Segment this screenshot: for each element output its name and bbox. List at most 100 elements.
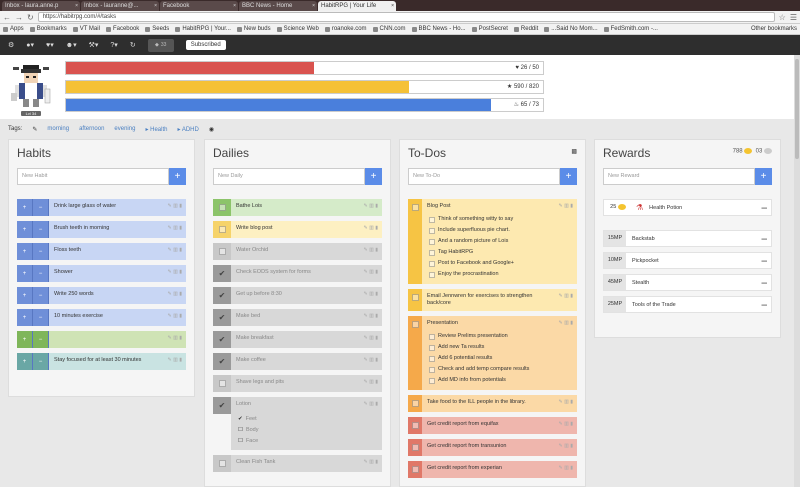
task-actions-icon[interactable]: ✎ ▥ ▮ bbox=[360, 353, 382, 370]
todo-checkbox[interactable] bbox=[408, 289, 422, 311]
checklist-item[interactable]: Enjoy the procrastination bbox=[422, 269, 555, 280]
task-actions-icon[interactable]: ✎ ▥ ▮ bbox=[555, 461, 577, 478]
task-actions-icon[interactable]: ✎ ▥ ▮ bbox=[164, 353, 186, 370]
star-icon[interactable]: ☆ bbox=[779, 13, 786, 22]
other-bookmarks[interactable]: Other bookmarks bbox=[751, 26, 797, 32]
task-actions-icon[interactable]: ✎ ▥ ▮ bbox=[360, 199, 382, 216]
browser-tab[interactable]: Inbox - lauranne@... × bbox=[81, 1, 159, 11]
habit-plus-button[interactable]: + bbox=[17, 309, 33, 326]
todo-checkbox[interactable] bbox=[408, 461, 422, 478]
daily-checkbox[interactable] bbox=[213, 375, 231, 392]
daily-checkbox[interactable] bbox=[213, 455, 231, 472]
new-reward-input[interactable]: New Reward bbox=[603, 168, 755, 185]
habit-text[interactable]: Shower bbox=[49, 265, 164, 282]
task-actions-icon[interactable]: ✎ ▥ ▮ bbox=[360, 243, 382, 260]
reward-item[interactable]: 10MP Pickpocket ▬ bbox=[603, 252, 772, 269]
new-daily-input[interactable]: New Daily bbox=[213, 168, 365, 185]
browser-tab[interactable]: Inbox - laura.anne.p × bbox=[2, 1, 80, 11]
habit-plus-button[interactable]: + bbox=[17, 287, 33, 304]
add-reward-button[interactable]: + bbox=[755, 168, 772, 185]
task-actions-icon[interactable]: ✎ ▥ ▮ bbox=[164, 221, 186, 238]
habit-plus-button[interactable]: + bbox=[17, 199, 33, 216]
daily-checkbox[interactable] bbox=[213, 243, 231, 260]
forward-icon[interactable]: → bbox=[15, 13, 23, 22]
daily-checkbox[interactable] bbox=[213, 199, 231, 216]
task-actions-icon[interactable]: ✎ ▥ ▮ bbox=[555, 199, 577, 284]
daily-checkbox[interactable]: ✔ bbox=[213, 353, 231, 370]
bookmark-item[interactable]: Facebook bbox=[105, 26, 139, 32]
close-icon[interactable]: × bbox=[312, 1, 315, 11]
daily-text[interactable]: Bathe Lois bbox=[231, 199, 360, 216]
daily-text[interactable]: Get up before 8:30 bbox=[231, 287, 360, 304]
scrollbar-thumb[interactable] bbox=[795, 59, 799, 159]
habit-minus-button[interactable]: − bbox=[33, 309, 49, 326]
reward-item[interactable]: 25 ⚗ Health Potion ▬ bbox=[603, 199, 772, 216]
todo-checkbox[interactable] bbox=[408, 199, 422, 284]
comment-icon[interactable]: ▬ bbox=[762, 236, 772, 242]
daily-checkbox[interactable]: ✔ bbox=[213, 287, 231, 304]
close-icon[interactable]: × bbox=[391, 1, 394, 11]
habit-minus-button[interactable]: − bbox=[33, 265, 49, 282]
bookmark-item[interactable]: HabitRPG | Your... bbox=[175, 26, 231, 32]
bookmark-item[interactable]: roanoke.com bbox=[324, 26, 367, 32]
bookmark-item[interactable]: Seeds bbox=[145, 26, 169, 32]
checklist-item[interactable]: Add MD info from potentials bbox=[422, 375, 555, 386]
tag-health[interactable]: ▸ Health bbox=[145, 126, 167, 133]
checklist-item[interactable]: Think of something witty to say bbox=[422, 214, 555, 225]
daily-text[interactable]: Check EODS system for forms bbox=[231, 265, 360, 282]
user-icon[interactable]: ●▾ bbox=[26, 41, 34, 49]
bookmark-item[interactable]: Reddit bbox=[513, 26, 538, 32]
habit-plus-button[interactable]: + bbox=[17, 353, 33, 370]
checklist-item[interactable]: Include superfluous pie chart. bbox=[422, 225, 555, 236]
task-actions-icon[interactable]: ✎ ▥ ▮ bbox=[164, 309, 186, 326]
bookmark-item[interactable]: New buds bbox=[236, 26, 271, 32]
habit-text[interactable]: 10 minutes exercise bbox=[49, 309, 164, 326]
add-habit-button[interactable]: + bbox=[169, 168, 186, 185]
daily-text[interactable]: Clean Fish Tank bbox=[231, 455, 360, 472]
habit-minus-button[interactable]: − bbox=[33, 221, 49, 238]
gems-button[interactable]: ◆ 33 bbox=[147, 38, 174, 52]
todo-checkbox[interactable] bbox=[408, 439, 422, 456]
tag-afternoon[interactable]: afternoon bbox=[79, 126, 104, 132]
bookmark-item[interactable]: BBC News - Ho... bbox=[411, 26, 466, 32]
task-actions-icon[interactable]: ✎ ▥ ▮ bbox=[360, 455, 382, 472]
habit-plus-button[interactable]: + bbox=[17, 221, 33, 238]
task-actions-icon[interactable]: ✎ ▥ ▮ bbox=[555, 316, 577, 390]
menu-icon[interactable]: ☰ bbox=[790, 13, 797, 22]
habit-plus-button[interactable]: + bbox=[17, 265, 33, 282]
comment-icon[interactable]: ▬ bbox=[762, 258, 772, 264]
heart-icon[interactable]: ♥▾ bbox=[46, 41, 54, 49]
checklist-item[interactable]: Post to Facebook and Google+ bbox=[422, 258, 555, 269]
back-icon[interactable]: ← bbox=[3, 13, 11, 22]
bookmark-item[interactable]: Bookmarks bbox=[29, 26, 67, 32]
task-actions-icon[interactable]: ✎ ▥ ▮ bbox=[360, 309, 382, 326]
todo-text[interactable]: Take food to the ILL people in the libra… bbox=[422, 395, 555, 410]
bookmark-item[interactable]: FedSmith.com -... bbox=[603, 26, 658, 32]
task-actions-icon[interactable]: ✎ ▥ ▮ bbox=[360, 265, 382, 282]
help-icon[interactable]: ?▾ bbox=[110, 41, 117, 49]
bookmark-item[interactable]: Apps bbox=[3, 26, 24, 32]
todo-checkbox[interactable] bbox=[408, 316, 422, 390]
todo-text[interactable]: Get credit report from equifax bbox=[422, 417, 555, 432]
add-daily-button[interactable]: + bbox=[365, 168, 382, 185]
checklist-item[interactable]: Add new Ta results bbox=[422, 342, 555, 353]
reward-item[interactable]: 25MP Tools of the Trade ▬ bbox=[603, 296, 772, 313]
new-todo-input[interactable]: New To-Do bbox=[408, 168, 560, 185]
reward-item[interactable]: 45MP Stealth ▬ bbox=[603, 274, 772, 291]
tag-evening[interactable]: evening bbox=[114, 126, 135, 132]
reward-item[interactable]: 15MP Backstab ▬ bbox=[603, 230, 772, 247]
scrollbar[interactable] bbox=[794, 55, 800, 487]
daily-text[interactable]: Shave legs and pits bbox=[231, 375, 360, 392]
todo-text[interactable]: Presentation bbox=[422, 316, 555, 331]
task-actions-icon[interactable]: ✎ ▥ ▮ bbox=[555, 417, 577, 434]
checklist-item[interactable]: Add 6 potential results bbox=[422, 353, 555, 364]
daily-checkbox[interactable] bbox=[213, 221, 231, 238]
add-todo-button[interactable]: + bbox=[560, 168, 577, 185]
tools-icon[interactable]: ⚒▾ bbox=[89, 41, 99, 49]
habit-plus-button[interactable]: + bbox=[17, 331, 33, 348]
checklist-item[interactable]: ☐ Body bbox=[231, 425, 382, 436]
tag-morning[interactable]: morning bbox=[47, 126, 69, 132]
checklist-item[interactable]: ✔ Feet bbox=[231, 414, 382, 425]
settings-circle-icon[interactable]: ◉ bbox=[209, 126, 214, 133]
todo-checkbox[interactable] bbox=[408, 395, 422, 412]
